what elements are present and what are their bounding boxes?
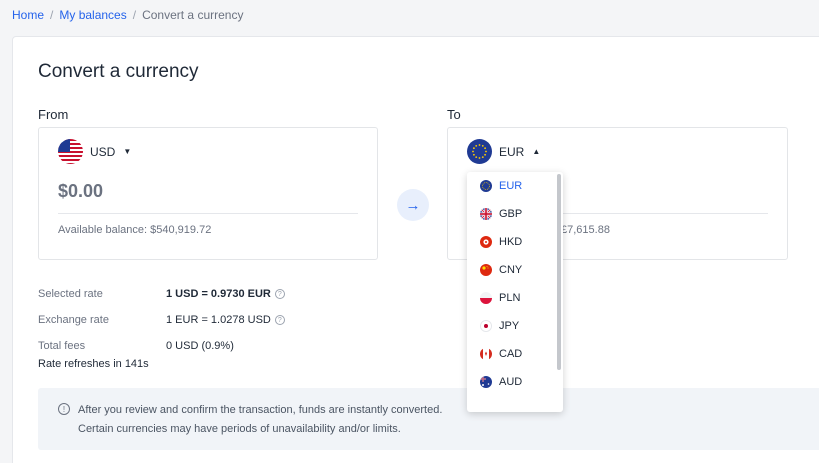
us-flag-icon [58,139,83,164]
from-available-balance: Available balance: $540,919.72 [58,224,212,236]
dropdown-item-label: PLN [499,292,521,304]
breadcrumb-balances-link[interactable]: My balances [59,8,126,22]
eu-flag-icon [480,180,492,192]
dropdown-item-cad[interactable]: CAD [467,340,563,368]
total-fees-row: Total fees 0 USD (0.9%) [38,333,285,359]
dropdown-item-label: AUD [499,376,523,388]
cn-flag-icon [480,264,492,276]
rate-details: Selected rate 1 USD = 0.9730 EUR ? Excha… [38,281,285,359]
notice-line-1: After you review and confirm the transac… [78,404,443,416]
dropdown-item-label: GBP [499,208,523,220]
breadcrumb: Home / My balances / Convert a currency [12,8,243,22]
breadcrumb-separator: / [50,8,54,22]
breadcrumb-separator: / [132,8,137,22]
info-notice: ! After you review and confirm the trans… [38,388,819,450]
convert-card: Convert a currency From To USD ▼ $0.00 A… [12,36,819,463]
help-icon[interactable]: ? [274,315,285,325]
breadcrumb-home-link[interactable]: Home [12,8,44,22]
au-flag-icon [480,376,492,388]
from-amount-input[interactable]: $0.00 [58,181,103,202]
dropdown-item-label: CAD [499,348,523,360]
divider [58,213,358,214]
dropdown-item-gbp[interactable]: GBP [467,200,563,228]
jp-flag-icon [480,320,492,332]
dropdown-item-pln[interactable]: PLN [467,284,563,312]
dropdown-item-jpy[interactable]: JPY [467,312,563,340]
exchange-rate-label: Exchange rate [38,314,109,326]
dropdown-item-eur[interactable]: EUR [467,172,563,200]
exchange-rate-value: 1 EUR = 1.0278 USD [166,314,271,326]
hk-flag-icon [480,236,492,248]
selected-rate-value: 1 USD = 0.9730 EUR [166,288,271,300]
total-fees-value: 0 USD (0.9%) [166,340,234,352]
info-icon: ! [58,403,70,415]
from-box: USD ▼ $0.00 Available balance: $540,919.… [38,127,378,260]
eu-flag-icon [467,139,492,164]
dropdown-item-label: EUR [499,180,523,192]
from-currency-select[interactable]: USD ▼ [58,139,131,164]
dropdown-item-label: CNY [499,264,523,276]
dropdown-item-hkd[interactable]: HKD [467,228,563,256]
caret-down-icon: ▼ [123,147,132,156]
selected-rate-label: Selected rate [38,288,103,300]
to-currency-code: EUR [499,144,525,159]
dropdown-item-aud[interactable]: AUD [467,368,563,396]
arrow-right-icon: → [405,196,421,214]
page-title: Convert a currency [38,61,199,82]
uk-flag-icon [480,208,492,220]
dropdown-scrollbar[interactable] [557,174,561,370]
dropdown-item-label: JPY [499,320,520,332]
to-label: To [447,107,461,122]
dropdown-item-label: HKD [499,236,523,248]
help-icon[interactable]: ? [274,289,285,299]
from-currency-code: USD [90,144,116,159]
rate-refresh-countdown: Rate refreshes in 141s [38,358,149,370]
selected-rate-row: Selected rate 1 USD = 0.9730 EUR ? [38,281,285,307]
total-fees-label: Total fees [38,340,86,352]
breadcrumb-current: Convert a currency [142,8,244,22]
ca-flag-icon [480,348,492,360]
dropdown-item-cny[interactable]: CNY [467,256,563,284]
swap-arrow-button[interactable]: → [397,189,429,221]
pl-flag-icon [480,292,492,304]
to-currency-select[interactable]: EUR ▲ [467,139,540,164]
caret-up-icon: ▲ [532,147,541,156]
from-label: From [38,107,69,122]
currency-dropdown[interactable]: EUR GBP HKD CNY PLN JPY CAD AUD [467,172,563,412]
notice-line-2: Certain currencies may have periods of u… [78,423,401,435]
to-available-balance: £7,615.88 [561,224,610,236]
exchange-rate-row: Exchange rate 1 EUR = 1.0278 USD ? [38,307,285,333]
